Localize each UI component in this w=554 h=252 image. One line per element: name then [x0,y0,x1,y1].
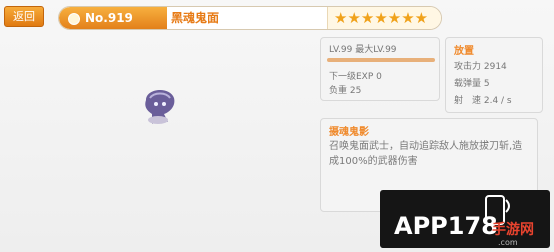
svg-text:APP178: APP178 [394,212,498,240]
level-progress-bar [327,58,435,62]
skill-title: 摄魂鬼影 [329,127,369,138]
character-sprite [145,89,175,124]
next-exp-text: 下一级EXP 0 [329,72,382,82]
character-number: No.919 [85,11,133,25]
svg-text:手游网: 手游网 [492,221,534,238]
stats-panel: 放置 攻击力 2914 载弹量 5 射 速 2.4 / s [445,37,543,113]
load-text: 负重 25 [329,86,362,96]
attack-stat: 攻击力 2914 [454,62,507,72]
star-rating-box: ★★★★★★★ [327,7,441,29]
character-name: 黑魂鬼面 [171,11,220,25]
level-progress-fill [327,58,435,62]
svg-text:.com: .com [498,238,518,247]
badge-dot-icon [68,13,80,25]
number-pill: No.919 [59,7,167,29]
skill-description: 召唤鬼面武士，自动追踪敌人施放拔刀斩,造成100%的武器伤害 [329,141,523,167]
stats-title: 放置 [454,46,474,57]
ammo-stat: 载弹量 5 [454,79,490,89]
level-text: LV.99 最大LV.99 [329,45,397,55]
level-panel: LV.99 最大LV.99 下一级EXP 0 负重 25 [320,37,440,101]
fire-rate-stat: 射 速 2.4 / s [454,96,512,106]
app178-watermark-logo: APP178 手游网 .com [380,190,550,248]
star-rating: ★★★★★★★ [334,9,429,27]
title-bar: No.919 黑魂鬼面 ★★★★★★★ [58,6,442,30]
back-button[interactable]: 返回 [4,6,44,27]
